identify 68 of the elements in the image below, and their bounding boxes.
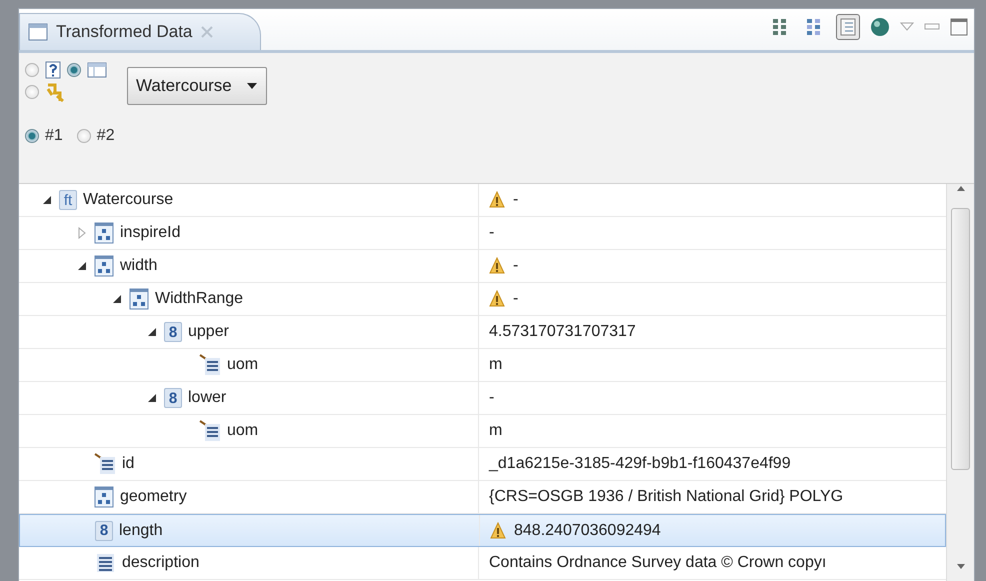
value-cell: - [489, 224, 494, 242]
tree-label[interactable]: upper [188, 323, 229, 341]
table-icon [87, 62, 107, 78]
tree-label[interactable]: width [120, 257, 158, 275]
number-badge: 8 [164, 322, 182, 342]
selected-row[interactable]: 8 length 848.2407036092494 [19, 514, 946, 547]
minimize-icon[interactable] [924, 22, 940, 30]
value-cell: 4.573170731707317 [489, 323, 636, 341]
scroll-down-icon[interactable] [956, 563, 966, 571]
tree-label[interactable]: lower [188, 389, 226, 407]
tree-label[interactable]: WidthRange [155, 290, 244, 308]
structure-icon [94, 255, 114, 277]
tree-label[interactable]: uom [227, 422, 258, 440]
radio-button[interactable] [25, 63, 39, 77]
radio-button[interactable] [76, 129, 91, 143]
grid-icon [771, 16, 789, 36]
tree-label[interactable]: inspireId [120, 224, 180, 242]
value-cell: _d1a6215e-3185-429f-b9b1-f160437e4f99 [489, 455, 791, 473]
radio-label: #1 [45, 127, 63, 145]
type-dropdown[interactable]: Watercourse [127, 67, 267, 105]
value-cell: m [489, 356, 502, 374]
globe-icon[interactable] [870, 16, 890, 36]
value-cell: Contains Ordnance Survey data © Crown copyı [489, 554, 826, 572]
tree-label[interactable]: length [119, 522, 163, 540]
attribute-icon [94, 453, 116, 475]
number-badge: 8 [164, 388, 182, 408]
tree-label[interactable]: geometry [120, 488, 187, 506]
radio-button[interactable] [25, 129, 39, 143]
scrollbar-thumb[interactable] [951, 208, 970, 470]
expanded-arrow-icon[interactable] [112, 294, 122, 304]
scroll-up-icon[interactable] [956, 184, 966, 192]
tree-label[interactable]: Watercourse [83, 191, 174, 209]
radio-label: #2 [96, 127, 115, 145]
tree-label[interactable]: id [122, 455, 134, 473]
tree-label[interactable]: uom [227, 356, 258, 374]
value-cell: - [513, 257, 518, 275]
structure-icon [129, 288, 149, 310]
caret-icon [246, 82, 258, 90]
expanded-arrow-icon[interactable] [147, 327, 157, 337]
value-cell: - [489, 389, 494, 407]
value-cell: 848.2407036092494 [514, 522, 661, 540]
toolbar-button[interactable] [836, 14, 860, 40]
expanded-arrow-icon[interactable] [42, 195, 52, 205]
value-cell: - [513, 290, 518, 308]
window-icon [28, 23, 48, 41]
text-lines-icon [94, 552, 116, 574]
structure-icon [94, 222, 114, 244]
structure-icon [94, 486, 114, 508]
view-tab[interactable]: Transformed Data [19, 13, 262, 50]
grid-icon [805, 16, 823, 36]
link-icon [45, 81, 65, 103]
help-icon [45, 61, 61, 79]
view-menu-icon[interactable] [900, 22, 914, 32]
value-cell: m [489, 422, 502, 440]
collapsed-arrow-icon[interactable] [77, 227, 87, 239]
number-badge: 8 [95, 520, 113, 540]
value-cell: - [513, 191, 518, 209]
maximize-icon[interactable] [950, 18, 968, 36]
attribute-icon [199, 420, 221, 442]
radio-button[interactable] [25, 85, 39, 99]
expanded-arrow-icon[interactable] [77, 261, 87, 271]
expanded-arrow-icon[interactable] [147, 393, 157, 403]
attribute-icon [199, 354, 221, 376]
tree-label[interactable]: description [122, 554, 200, 572]
radio-button[interactable] [67, 63, 81, 77]
feature-badge: ft [59, 190, 77, 210]
list-icon [839, 16, 857, 36]
value-cell: {CRS=OSGB 1936 / British National Grid} POLYG [489, 488, 844, 506]
